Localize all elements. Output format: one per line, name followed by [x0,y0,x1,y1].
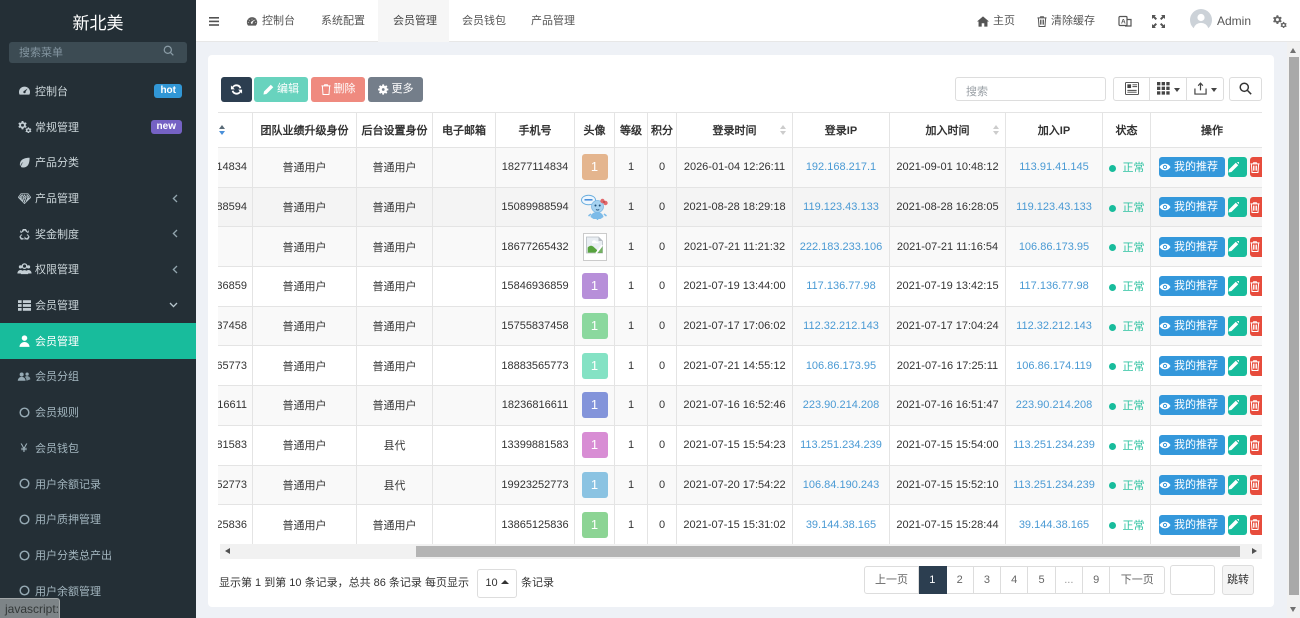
svg-text:A: A [1121,19,1126,26]
